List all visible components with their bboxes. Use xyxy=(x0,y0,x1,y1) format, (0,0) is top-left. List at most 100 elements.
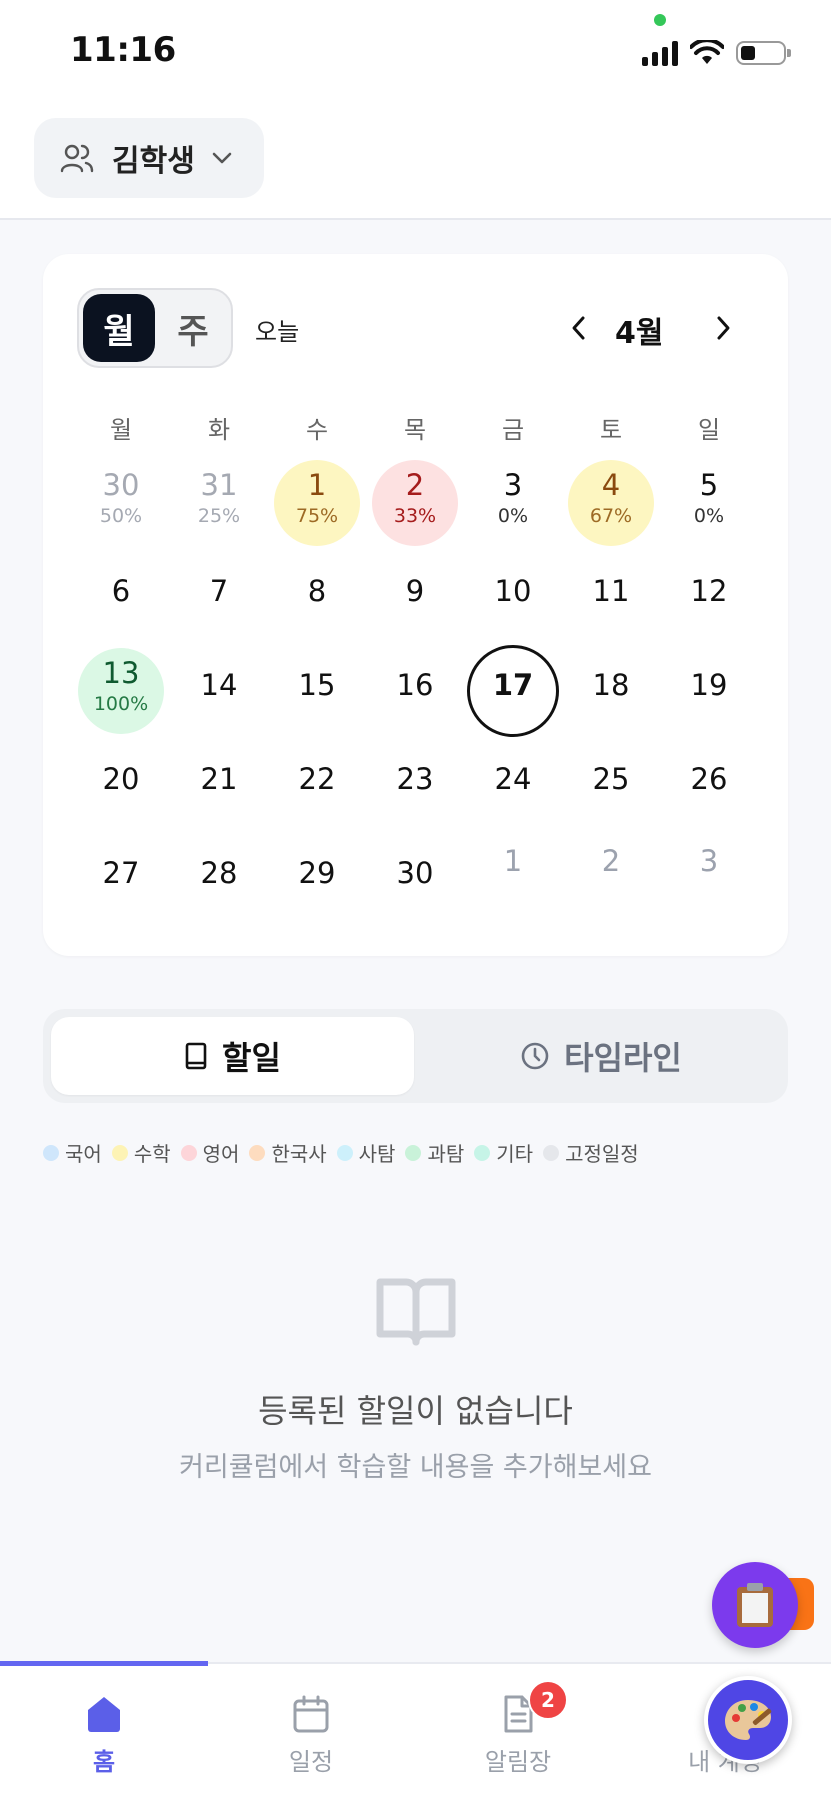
calendar-day[interactable]: 18 xyxy=(562,648,660,742)
day-bubble: 11 xyxy=(568,554,654,640)
calendar-day[interactable]: 9 xyxy=(366,554,464,648)
calendar-day[interactable]: 4 67% xyxy=(562,460,660,554)
day-bubble: 24 xyxy=(470,742,556,828)
calendar-day[interactable]: 5 0% xyxy=(660,460,758,554)
legend-label: 국어 xyxy=(65,1142,102,1166)
calendar-day[interactable]: 3 0% xyxy=(464,460,562,554)
theme-palette-button[interactable] xyxy=(704,1676,792,1764)
today-button[interactable]: 오늘 xyxy=(255,312,299,347)
day-bubble: 21 xyxy=(176,742,262,828)
empty-state-title: 등록된 할일이 없습니다 xyxy=(258,1392,573,1430)
battery-icon xyxy=(736,41,791,65)
nav-notice-label: 알림장 xyxy=(484,1748,552,1776)
calendar-day[interactable]: 20 xyxy=(72,742,170,836)
users-icon xyxy=(60,144,94,173)
nav-home-label: 홈 xyxy=(92,1748,116,1776)
legend-item: 수학 xyxy=(111,1138,171,1167)
calendar-day[interactable]: 1 xyxy=(464,836,562,930)
legend-item: 사탐 xyxy=(336,1138,395,1167)
weekday-label: 목 xyxy=(403,416,427,444)
day-bubble: 26 xyxy=(666,742,752,828)
calendar-day[interactable]: 26 xyxy=(660,742,758,836)
calendar-day[interactable]: 6 xyxy=(72,554,170,648)
day-bubble: 1 75% xyxy=(274,460,360,546)
day-bubble: 27 xyxy=(78,836,164,922)
day-progress: 75% xyxy=(295,505,339,527)
palette-icon xyxy=(725,1700,772,1740)
calendar-card: 월 주 오늘 4월 월 화 수 목 금 토 일 30 50% 31 25% 1 75% 2 3… xyxy=(43,254,788,956)
calendar-day[interactable]: 21 xyxy=(170,742,268,836)
day-number: 26 xyxy=(690,762,728,796)
calendar-day[interactable]: 30 50% xyxy=(72,460,170,554)
calendar-day[interactable]: 17 xyxy=(464,645,562,742)
view-month-button[interactable]: 월 xyxy=(83,294,155,362)
student-selector[interactable]: 김학생 xyxy=(34,118,264,198)
calendar-day[interactable]: 15 xyxy=(268,648,366,742)
day-number: 17 xyxy=(492,668,534,702)
day-number: 22 xyxy=(298,762,336,796)
calendar-day[interactable]: 29 xyxy=(268,836,366,930)
day-bubble: 31 25% xyxy=(176,460,262,546)
calendar-day[interactable]: 31 25% xyxy=(170,460,268,554)
calendar-day[interactable]: 2 33% xyxy=(366,460,464,554)
calendar-day[interactable]: 30 xyxy=(366,836,464,930)
calendar-day[interactable]: 24 xyxy=(464,742,562,836)
legend-label: 영어 xyxy=(202,1142,240,1166)
home-icon xyxy=(88,1697,120,1732)
weekday-label: 일 xyxy=(697,416,721,444)
content-tabs: 할일 타임라인 xyxy=(43,1009,788,1103)
student-name: 김학생 xyxy=(112,144,195,179)
calendar-day[interactable]: 3 xyxy=(660,836,758,930)
day-number: 16 xyxy=(396,668,434,702)
calendar-day[interactable]: 19 xyxy=(660,648,758,742)
calendar-day[interactable]: 11 xyxy=(562,554,660,648)
calendar-day[interactable]: 14 xyxy=(170,648,268,742)
day-bubble: 7 xyxy=(176,554,262,640)
next-month-button[interactable] xyxy=(705,310,741,346)
calendar-day[interactable]: 1 75% xyxy=(268,460,366,554)
calendar-day[interactable]: 7 xyxy=(170,554,268,648)
chevron-down-icon xyxy=(212,152,232,164)
calendar-day[interactable]: 8 xyxy=(268,554,366,648)
calendar-day[interactable]: 22 xyxy=(268,742,366,836)
calendar-day[interactable]: 28 xyxy=(170,836,268,930)
nav-schedule[interactable]: 일정 xyxy=(241,1694,381,1777)
calendar-day[interactable]: 16 xyxy=(366,648,464,742)
day-number: 2 xyxy=(405,468,425,502)
day-number: 30 xyxy=(396,856,434,890)
day-bubble: 18 xyxy=(568,648,654,734)
day-bubble: 6 xyxy=(78,554,164,640)
day-progress: 0% xyxy=(497,505,529,527)
legend-dot xyxy=(43,1144,59,1161)
legend-dot xyxy=(249,1144,266,1161)
tab-timeline[interactable]: 타임라인 xyxy=(422,1017,780,1095)
legend-dot xyxy=(336,1144,353,1161)
calendar-day[interactable]: 25 xyxy=(562,742,660,836)
day-bubble: 3 xyxy=(666,836,752,922)
nav-notice[interactable]: 2 알림장 xyxy=(448,1680,588,1777)
day-bubble: 25 xyxy=(568,742,654,828)
view-week-button[interactable]: 주 xyxy=(157,294,229,362)
day-number: 24 xyxy=(494,762,532,796)
calendar-day[interactable]: 13 100% xyxy=(72,648,170,742)
legend-item: 한국사 xyxy=(249,1138,327,1167)
clipboard-fab-button[interactable] xyxy=(712,1562,798,1648)
calendar-day[interactable]: 10 xyxy=(464,554,562,648)
calendar-day[interactable]: 23 xyxy=(366,742,464,836)
calendar-day[interactable]: 2 xyxy=(562,836,660,930)
calendar-day[interactable]: 12 xyxy=(660,554,758,648)
day-bubble: 4 67% xyxy=(568,460,654,546)
legend-label: 기타 xyxy=(496,1142,534,1166)
day-number: 13 xyxy=(102,656,140,690)
day-bubble: 1 xyxy=(470,836,556,922)
day-bubble: 30 50% xyxy=(78,460,164,546)
legend-item: 기타 xyxy=(474,1138,533,1167)
nav-home[interactable]: 홈 xyxy=(34,1694,174,1777)
camera-indicator-dot xyxy=(654,14,666,26)
day-bubble: 3 0% xyxy=(470,460,556,546)
prev-month-button[interactable] xyxy=(561,310,597,346)
tab-todo[interactable]: 할일 xyxy=(51,1017,414,1095)
day-number: 1 xyxy=(503,844,523,878)
calendar-day[interactable]: 27 xyxy=(72,836,170,930)
weekday-label: 화 xyxy=(207,416,231,444)
